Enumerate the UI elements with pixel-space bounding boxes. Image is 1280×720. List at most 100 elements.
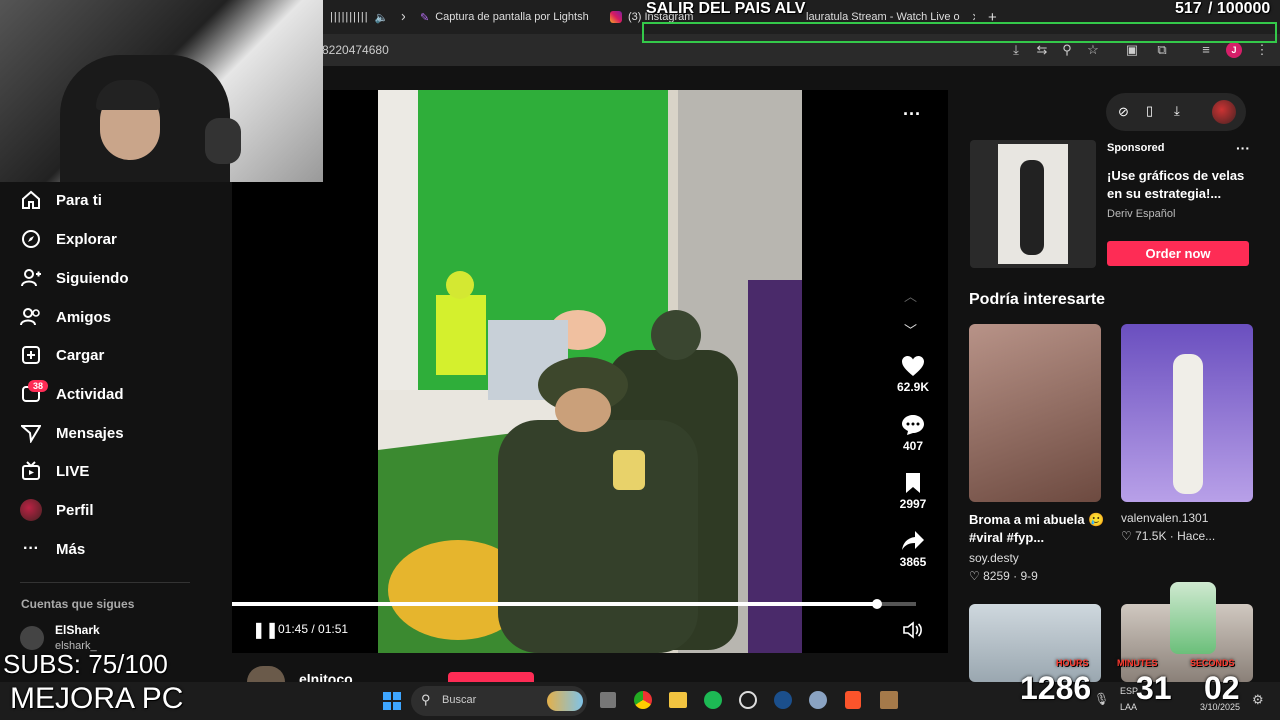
subs-counter: SUBS: 75/100 xyxy=(3,649,168,679)
timer-seconds: 02 xyxy=(1204,670,1240,706)
video-time: 01:45 / 01:51 xyxy=(278,622,349,636)
video-frame[interactable] xyxy=(378,90,802,653)
suggestion-title[interactable]: Broma a mi abuela 🥲 #viral #fyp... xyxy=(969,511,1109,547)
bookmark-star-icon[interactable]: ☆ xyxy=(1085,42,1101,58)
author-name[interactable]: elnitoco xyxy=(299,671,353,682)
progress-track[interactable] xyxy=(232,602,916,606)
mobile-icon[interactable]: ▯ xyxy=(1146,103,1153,119)
mejora-pc-label: MEJORA PC xyxy=(10,682,184,715)
search-icon: ⚲ xyxy=(421,692,431,707)
goal-count: 517 xyxy=(1175,0,1202,17)
heart-outline-icon: ♡ xyxy=(1121,529,1132,543)
volume-icon[interactable] xyxy=(903,621,923,644)
profile-avatar[interactable]: J xyxy=(1226,42,1242,58)
next-video-icon[interactable]: ﹀ xyxy=(904,320,917,339)
tab-audio[interactable]: |||||||||| 🔈 ✕ xyxy=(330,4,405,30)
activity-badge: 38 xyxy=(28,380,49,392)
speaker-icon[interactable]: 🔈 xyxy=(375,11,389,24)
save-count: 2997 xyxy=(899,497,927,511)
suggestions-title: Podría interesarte xyxy=(969,291,1106,308)
settings-gear-icon[interactable] xyxy=(809,691,827,709)
windows-start-icon[interactable] xyxy=(383,692,401,715)
sidebar-item-explorar[interactable]: Explorar xyxy=(20,228,117,250)
suggestion-thumbnail[interactable] xyxy=(969,324,1101,502)
sidebar-item-live[interactable]: LIVE xyxy=(20,460,89,482)
ad-more-icon[interactable]: ··· xyxy=(1236,140,1250,156)
order-now-button[interactable]: Order now xyxy=(1107,241,1249,266)
sidebar-item-mas[interactable]: ··· Más xyxy=(20,538,85,560)
heart-icon xyxy=(902,356,924,376)
timer-hours: 1286 xyxy=(1020,670,1092,706)
share-count: 3865 xyxy=(899,555,927,569)
like-action[interactable]: 62.9K xyxy=(893,355,933,394)
comment-action[interactable]: 407 xyxy=(893,414,933,453)
notification-icon[interactable]: ⚙ xyxy=(1252,692,1264,708)
friends-icon xyxy=(20,306,42,328)
steam-icon[interactable] xyxy=(774,691,792,709)
avatar xyxy=(20,499,42,521)
download-icon[interactable]: ⤓ xyxy=(1174,103,1180,119)
suggestion-stats: ♡ 71.5K · Hace... xyxy=(1121,529,1216,543)
sidebar-item-mensajes[interactable]: Mensajes xyxy=(20,422,124,444)
ad-thumbnail[interactable] xyxy=(970,140,1096,268)
save-action[interactable]: 2997 xyxy=(893,472,933,511)
ad-block-icon[interactable]: ▣ xyxy=(1124,42,1140,58)
account-name[interactable]: ElShark xyxy=(55,623,100,637)
share-action[interactable]: 3865 xyxy=(893,530,933,569)
divider xyxy=(20,582,190,583)
timer-seconds-label: SECONDS xyxy=(1190,658,1235,668)
account-avatar[interactable] xyxy=(20,626,44,650)
spotify-icon[interactable] xyxy=(704,691,722,709)
suggestion-title[interactable]: valenvalen.1301 xyxy=(1121,511,1208,525)
close-tab-icon[interactable]: ✕ xyxy=(400,11,405,24)
share-icon xyxy=(902,531,924,550)
sidebar-item-siguiendo[interactable]: Siguiendo xyxy=(20,267,129,289)
brave-icon[interactable] xyxy=(845,691,861,709)
taskbar-search[interactable]: ⚲ Buscar xyxy=(411,686,587,716)
github-icon[interactable] xyxy=(739,691,757,709)
file-explorer-icon[interactable] xyxy=(669,692,687,708)
goal-total: / 100000 xyxy=(1208,0,1271,17)
upload-icon xyxy=(20,344,42,366)
sidebar-item-para-ti[interactable]: Para ti xyxy=(20,189,102,211)
following-icon xyxy=(20,267,42,289)
sidebar-item-cargar[interactable]: Cargar xyxy=(20,344,104,366)
package-icon[interactable] xyxy=(880,691,898,709)
menu-kebab-icon[interactable]: ⋮ xyxy=(1254,42,1270,58)
coin-icon[interactable]: ⊘ xyxy=(1118,104,1129,120)
suggestion-thumbnail[interactable] xyxy=(1121,324,1253,502)
previous-video-icon[interactable]: ︿ xyxy=(904,286,917,305)
feather-icon: ✎ xyxy=(420,11,430,24)
bookmark-icon xyxy=(906,473,920,493)
reading-list-icon[interactable]: ≡ xyxy=(1198,42,1214,58)
video-more-icon[interactable]: ··· xyxy=(903,104,921,125)
pause-icon[interactable]: ❚❚ xyxy=(252,620,279,640)
ad-advertiser: Deriv Español xyxy=(1107,208,1176,220)
zoom-icon[interactable]: ⚲ xyxy=(1059,42,1075,58)
ad-title[interactable]: ¡Use gráficos de velas en su estrategia!… xyxy=(1107,167,1247,203)
follow-button[interactable] xyxy=(448,672,534,682)
tab-lightshot[interactable]: ✎ Captura de pantalla por Lightsh ✕ xyxy=(420,4,595,30)
translate-icon[interactable]: ⇆ xyxy=(1034,42,1050,58)
search-highlight-image xyxy=(547,691,583,711)
webcam-overlay xyxy=(0,0,323,182)
language-layout: LAA xyxy=(1120,702,1138,712)
profile-avatar-small[interactable] xyxy=(1212,100,1236,124)
microphone-icon[interactable]: 🎙 xyxy=(1094,692,1109,706)
extensions-icon[interactable]: ⧉ xyxy=(1154,42,1170,58)
top-right-actions: ⊘ ▯ ⤓ xyxy=(1106,93,1246,131)
sidebar-item-perfil[interactable]: Perfil xyxy=(20,499,94,521)
chrome-icon[interactable] xyxy=(634,691,652,709)
comment-count: 407 xyxy=(902,439,924,453)
progress-handle[interactable] xyxy=(872,599,882,609)
task-view-icon[interactable] xyxy=(600,692,616,708)
progress-fill xyxy=(232,602,877,606)
sidebar-item-amigos[interactable]: Amigos xyxy=(20,306,111,328)
suggestion-author[interactable]: soy.desty xyxy=(969,551,1019,565)
install-icon[interactable]: ⤓ xyxy=(1008,42,1024,58)
url-text[interactable]: 8220474680 xyxy=(322,43,389,57)
sponsored-label: Sponsored xyxy=(1107,142,1165,154)
following-accounts-title: Cuentas que sigues xyxy=(21,597,135,611)
suggestion-stats: ♡ 8259 · 9-9 xyxy=(969,569,1038,583)
search-placeholder: Buscar xyxy=(442,694,477,706)
